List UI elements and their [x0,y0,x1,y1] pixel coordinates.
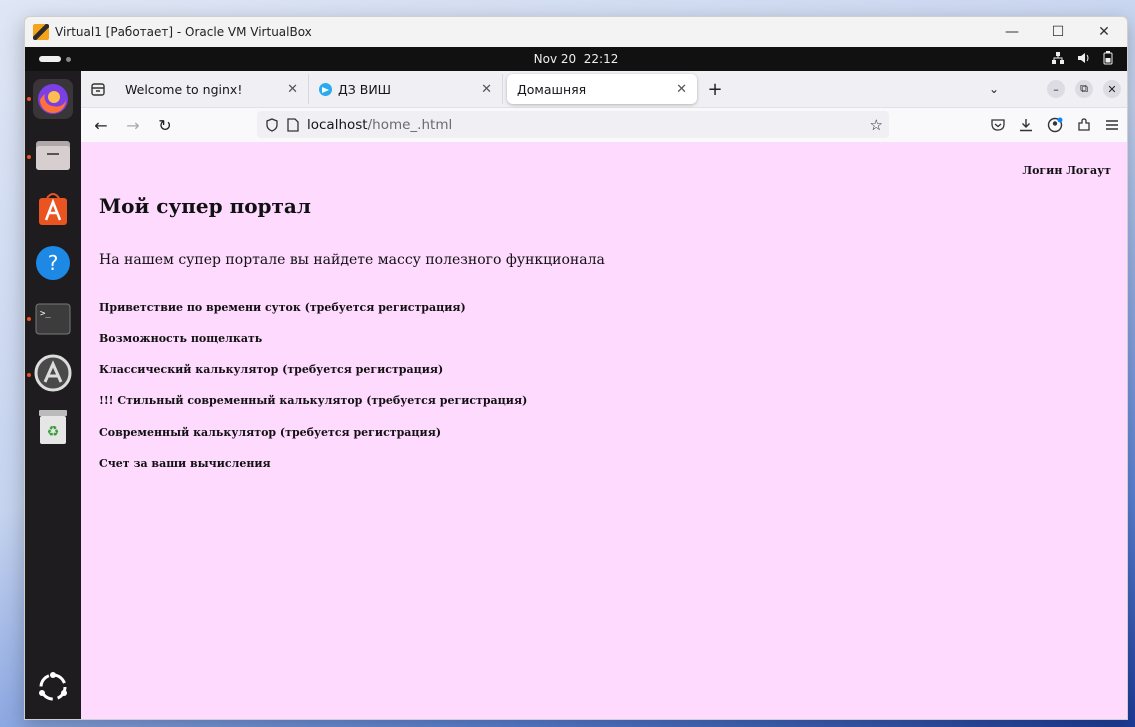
running-indicator [27,373,31,377]
feature-item[interactable]: !!! Стильный современный калькулятор (тр… [99,394,527,407]
firefox-view-button[interactable] [81,71,115,107]
page-content: Логин Логаут Мой супер портал На нашем с… [81,142,1127,719]
feature-item[interactable]: Классический калькулятор (требуется реги… [99,363,443,376]
tracking-protection-icon[interactable] [265,117,279,132]
downloads-icon[interactable] [1019,118,1033,132]
dock-trash[interactable]: ♻ [33,407,73,447]
volume-icon [1077,51,1091,65]
url-bar[interactable]: localhost/home_.html ☆ [257,111,889,138]
feature-item[interactable]: Современный калькулятор (требуется регис… [99,426,441,439]
firefox-window: Welcome to nginx! ✕ ДЗ ВИШ ✕ Домашняя ✕ … [81,71,1127,719]
trash-icon: ♻ [39,410,67,444]
reload-button[interactable]: ↻ [149,116,181,135]
feature-item[interactable]: Возможность пощелкать [99,332,262,345]
url-host: localhost [307,116,368,133]
files-icon [36,141,70,170]
feature-item[interactable]: Счет за ваши вычисления [99,457,271,470]
url-path: /home_.html [367,116,453,133]
svg-text:♻: ♻ [47,424,60,440]
close-window-button[interactable]: ✕ [1081,17,1127,47]
hamburger-menu-icon[interactable] [1105,119,1119,131]
tab-dz-vish[interactable]: ДЗ ВИШ ✕ [309,74,503,104]
pocket-icon[interactable] [991,118,1005,132]
clock-time: 22:12 [583,52,619,66]
login-logout-link[interactable]: Логин Логаут [1022,164,1111,177]
tab-close-icon[interactable]: ✕ [481,82,492,97]
tab-strip: Welcome to nginx! ✕ ДЗ ВИШ ✕ Домашняя ✕ … [81,71,1127,108]
tab-title: Домашняя [517,81,587,97]
window-title: Virtual1 [Работает] - Oracle VM VirtualB… [55,25,312,39]
minimize-button[interactable]: — [989,17,1035,47]
tab-home[interactable]: Домашняя ✕ [507,74,697,104]
dock-software-updater[interactable] [33,353,73,393]
telegram-icon [319,82,332,96]
ubuntu-dock: ? >_ ♻ [25,71,81,719]
navigation-toolbar: ← → ↻ localhost/home_.html ☆ [81,108,1127,143]
help-icon: ? [36,246,70,280]
close-browser-button[interactable]: ✕ [1103,80,1121,98]
guest-desktop: ? >_ ♻ Welcome to nginx! ✕ ДЗ ВИШ ✕ Дома… [25,71,1127,719]
back-button[interactable]: ← [85,116,117,135]
restore-browser-button[interactable]: ⧉ [1075,80,1093,98]
firefox-icon [38,84,68,114]
dock-firefox[interactable] [33,79,73,119]
gnome-top-bar: Nov 20 22:12 [25,47,1127,71]
dock-app-center[interactable] [33,189,73,229]
virtualbox-window: Virtual1 [Работает] - Oracle VM VirtualB… [24,16,1128,720]
clock[interactable]: Nov 20 22:12 [25,52,1127,66]
dock-terminal[interactable]: >_ [33,299,73,339]
virtualbox-titlebar: Virtual1 [Работает] - Oracle VM VirtualB… [25,17,1127,47]
dock-show-apps[interactable] [33,667,73,707]
tab-close-icon[interactable]: ✕ [287,82,298,97]
terminal-icon: >_ [35,303,71,335]
tab-close-icon[interactable]: ✕ [676,82,687,97]
running-indicator [27,155,31,159]
svg-text:?: ? [48,251,59,275]
dock-help[interactable]: ? [33,243,73,283]
firefox-view-icon [91,83,105,96]
page-info-icon[interactable] [287,117,299,132]
tab-title: ДЗ ВИШ [338,81,392,97]
forward-button[interactable]: → [117,116,149,135]
extensions-icon[interactable] [1077,118,1091,132]
tab-nginx[interactable]: Welcome to nginx! ✕ [115,74,309,104]
running-indicator [27,97,31,101]
svg-text:>_: >_ [40,309,51,319]
minimize-browser-button[interactable]: – [1047,80,1065,98]
page-title: Мой супер портал [99,194,311,218]
system-tray[interactable] [1051,51,1113,65]
bookmark-star-icon[interactable]: ☆ [870,116,883,134]
app-center-icon [39,193,67,225]
battery-icon [1103,51,1113,65]
maximize-button[interactable]: ☐ [1035,17,1081,47]
network-icon [1051,51,1065,65]
tab-title: Welcome to nginx! [125,81,243,97]
dock-files[interactable] [33,135,73,175]
feature-item[interactable]: Приветствие по времени суток (требуется … [99,301,466,314]
page-lead-text: На нашем супер портале вы найдете массу … [99,252,605,268]
virtualbox-logo-icon [33,24,49,40]
software-updater-icon [34,354,72,392]
clock-date: Nov 20 [533,52,577,66]
account-icon[interactable] [1047,117,1063,133]
list-all-tabs-icon[interactable]: ⌄ [989,82,999,96]
new-tab-button[interactable]: + [701,79,729,100]
show-apps-icon [39,672,67,701]
running-indicator [27,317,31,321]
